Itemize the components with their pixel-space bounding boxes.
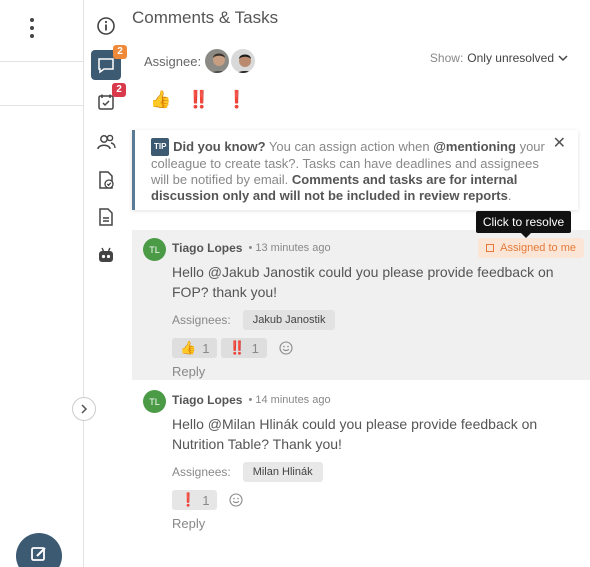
comment-assignees: Assignees: Milan Hlinák — [172, 462, 590, 482]
tasks-count-badge: 2 — [112, 83, 126, 97]
file-check-icon — [99, 171, 114, 189]
show-filter-label: Show: — [429, 51, 464, 65]
reactions: 👍 1 ‼️ 1 — [172, 338, 590, 358]
divider — [0, 61, 84, 62]
tip-text: . — [507, 188, 512, 203]
tip-mention: @mentioning — [433, 139, 516, 154]
comment-text: Hello @Milan Hlinák could you please pro… — [172, 416, 538, 452]
comment-author: Tiago Lopes — [172, 393, 243, 407]
tip-tag: TIP — [151, 138, 170, 156]
document-icon — [99, 208, 113, 226]
resolve-task-button[interactable]: Assigned to me — [478, 238, 584, 258]
rail-item-info[interactable] — [92, 12, 120, 40]
reply-link[interactable]: Reply — [172, 516, 205, 531]
chevron-down-icon — [558, 55, 568, 62]
reply-link[interactable]: Reply — [172, 364, 205, 379]
tip-heading: Did you know? — [173, 139, 266, 154]
resolve-tooltip: Click to resolve — [476, 211, 571, 238]
divider — [0, 105, 84, 106]
add-reaction-icon[interactable] — [229, 493, 243, 507]
comment-time: • 13 minutes ago — [248, 242, 331, 254]
rail-item-comments[interactable]: 2 — [91, 45, 127, 80]
assignee-filter: Assignee: — [144, 47, 258, 75]
assignee-chip[interactable]: Jakub Janostik — [242, 310, 336, 330]
show-filter-value: Only unresolved — [467, 51, 554, 65]
panel-title: Comments & Tasks — [132, 8, 279, 27]
author-avatar: TL — [143, 390, 166, 413]
rail-item-bot[interactable] — [92, 241, 120, 269]
reaction-filter-row: 👍 ‼️ ❗ — [150, 90, 248, 110]
comment-text: Hello @Jakub Janostik could you please p… — [172, 264, 554, 300]
sidebar-rail: 2 2 — [84, 0, 127, 567]
tip-text: You can assign action when — [265, 139, 434, 154]
reaction-exclamation[interactable]: ❗ 1 — [172, 490, 218, 510]
add-reaction-icon[interactable] — [279, 341, 293, 355]
chevron-right-icon — [81, 404, 88, 414]
rail-item-tasks[interactable]: 2 — [92, 83, 126, 116]
checkbox-icon — [486, 244, 495, 252]
reactions: ❗ 1 — [172, 490, 590, 510]
exclamation-filter[interactable]: ❗ — [226, 90, 247, 110]
assignees-label: Assignees: — [172, 313, 231, 327]
reaction-double-exclamation[interactable]: ‼️ 1 — [221, 338, 267, 358]
comments-count-badge: 2 — [113, 45, 127, 59]
thumbs-up-filter[interactable]: 👍 — [150, 90, 171, 110]
author-avatar: TL — [143, 238, 166, 261]
rail-item-users[interactable] — [92, 128, 120, 156]
reaction-thumbs-up[interactable]: 👍 1 — [172, 338, 218, 358]
rail-item-document[interactable] — [92, 203, 120, 231]
more-options-icon[interactable] — [26, 18, 38, 38]
comment-assignees: Assignees: Jakub Janostik — [172, 310, 590, 330]
comments-panel: Comments & Tasks Assignee: Show: Only un… — [126, 0, 590, 567]
comment-item: TL Tiago Lopes • 13 minutes ago Assigned… — [132, 230, 590, 380]
double-exclamation-filter[interactable]: ‼️ — [188, 90, 209, 110]
comment-time: • 14 minutes ago — [248, 394, 331, 406]
comment-icon — [98, 58, 114, 74]
show-filter-dropdown[interactable]: Show: Only unresolved — [430, 51, 568, 65]
assignees-label: Assignees: — [172, 465, 231, 479]
rail-item-approved-files[interactable] — [92, 166, 120, 194]
close-icon[interactable]: ✕ — [553, 136, 566, 152]
left-pane — [0, 0, 84, 567]
tip-banner: TIP Did you know? You can assign action … — [132, 130, 578, 210]
robot-icon — [99, 247, 113, 262]
comment-item: TL Tiago Lopes • 14 minutes ago Hello @M… — [132, 382, 590, 532]
assignee-label: Assignee: — [144, 53, 202, 69]
avatar[interactable] — [203, 47, 232, 75]
assignee-chip[interactable]: Milan Hlinák — [242, 462, 323, 482]
edit-icon — [31, 547, 46, 561]
comment-author: Tiago Lopes — [172, 241, 243, 255]
users-icon — [97, 134, 116, 150]
compose-button[interactable] — [16, 533, 62, 567]
info-icon — [97, 17, 115, 35]
task-status-label: Assigned to me — [500, 242, 576, 254]
avatar[interactable] — [229, 47, 258, 75]
collapse-panel-button[interactable] — [72, 397, 96, 421]
